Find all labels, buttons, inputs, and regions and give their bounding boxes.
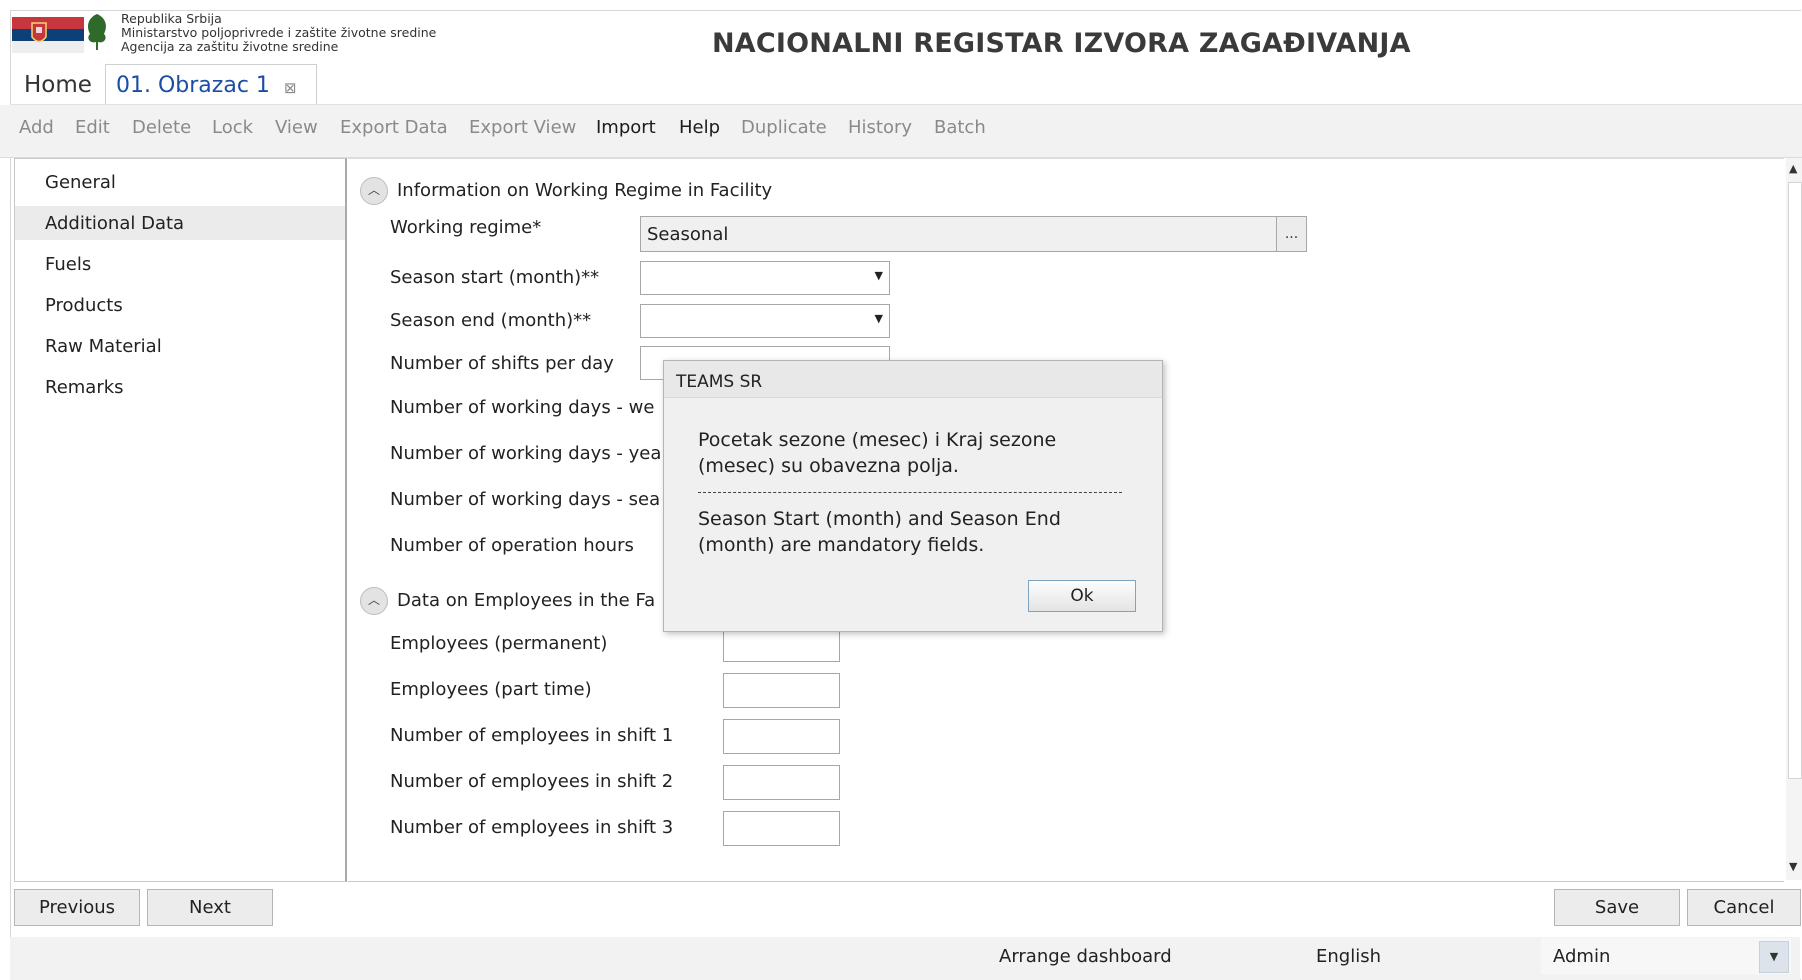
sidebar-item-label: General (45, 172, 116, 193)
working-days-week-label: Number of working days - we (390, 397, 655, 418)
status-bar (10, 937, 1800, 980)
tab-home[interactable]: Home (24, 72, 92, 98)
employees-shift-3-input[interactable] (723, 811, 840, 846)
previous-button[interactable]: Previous (14, 889, 140, 926)
agency-tree-logo (88, 14, 106, 50)
org-line-1: Republika Srbija (121, 11, 222, 26)
working-regime-value: Seasonal (647, 224, 729, 245)
sidebar-item-additional-data[interactable]: Additional Data (15, 206, 345, 240)
export-data-button[interactable]: Export Data (340, 117, 448, 138)
export-view-button[interactable]: Export View (469, 117, 576, 138)
sidebar-item-raw-material[interactable]: Raw Material (15, 329, 345, 363)
operation-hours-label: Number of operation hours (390, 535, 634, 556)
tab-obrazac-1[interactable]: 01. Obrazac 1 ⊠ (105, 64, 317, 105)
section-title-employees: Data on Employees in the Fa (397, 590, 656, 611)
org-line-3: Agencija za zaštitu životne sredine (121, 39, 339, 54)
collapse-section-icon[interactable]: ︿ (360, 587, 388, 615)
dialog-message-en-line-2: (month) are mandatory fields. (698, 534, 985, 556)
ok-button[interactable]: Ok (1028, 580, 1136, 612)
working-regime-label: Working regime* (390, 217, 542, 238)
dialog-message-sr-line-1: Pocetak sezone (mesec) i Kraj sezone (698, 429, 1057, 451)
dialog-message-en-line-1: Season Start (month) and Season End (698, 508, 1061, 530)
save-button[interactable]: Save (1554, 889, 1680, 926)
working-regime-field[interactable]: Seasonal (640, 216, 1277, 252)
season-end-select[interactable]: ▼ (640, 304, 890, 338)
employees-shift-3-label: Number of employees in shift 3 (390, 817, 674, 838)
employees-shift-2-label: Number of employees in shift 2 (390, 771, 674, 792)
employees-part-time-label: Employees (part time) (390, 679, 592, 700)
org-line-2: Ministarstvo poljoprivrede i zaštite živ… (121, 25, 437, 40)
language-selector[interactable]: English (1316, 946, 1381, 967)
next-button[interactable]: Next (147, 889, 273, 926)
season-end-label: Season end (month)** (390, 310, 592, 331)
tab-obrazac-1-label: 01. Obrazac 1 (116, 73, 270, 98)
help-button[interactable]: Help (679, 117, 720, 138)
working-days-season-label: Number of working days - sea (390, 489, 661, 510)
sidebar-item-products[interactable]: Products (15, 288, 345, 322)
sidebar-item-label: Raw Material (45, 336, 162, 357)
cancel-button[interactable]: Cancel (1687, 889, 1801, 926)
dialog-message-sr-line-2: (mesec) su obavezna polja. (698, 455, 959, 477)
app-title: NACIONALNI REGISTAR IZVORA ZAGAĐIVANJA (712, 28, 1411, 59)
dialog-separator (698, 492, 1122, 493)
lock-button[interactable]: Lock (212, 117, 253, 138)
sidebar-item-label: Additional Data (45, 213, 185, 234)
user-select[interactable]: Admin ▼ (1541, 938, 1791, 974)
sidebar-item-fuels[interactable]: Fuels (15, 247, 345, 281)
arrange-dashboard-link[interactable]: Arrange dashboard (999, 946, 1172, 967)
scroll-up-icon[interactable]: ▲ (1789, 162, 1797, 175)
employees-permanent-input[interactable] (723, 627, 840, 662)
validation-dialog: TEAMS SR Pocetak sezone (mesec) i Kraj s… (663, 360, 1163, 632)
sidebar-item-label: Remarks (45, 377, 124, 398)
sidebar-item-label: Products (45, 295, 123, 316)
season-start-select[interactable]: ▼ (640, 261, 890, 295)
chevron-down-icon[interactable]: ▼ (1759, 941, 1789, 973)
season-start-label: Season start (month)** (390, 267, 600, 288)
dropdown-caret-icon: ▼ (874, 312, 883, 325)
scrollbar-thumb[interactable] (1788, 182, 1802, 779)
sidebar-item-general[interactable]: General (15, 165, 345, 199)
sidebar-item-remarks[interactable]: Remarks (15, 370, 345, 404)
shifts-per-day-label: Number of shifts per day (390, 353, 614, 374)
sidebar-nav: General Additional Data Fuels Products R… (14, 158, 347, 882)
import-button[interactable]: Import (596, 117, 656, 138)
sidebar-item-label: Fuels (45, 254, 92, 275)
serbia-flag-logo (12, 17, 84, 53)
toolbar: Add Edit Delete Lock View Export Data Ex… (0, 105, 1802, 158)
employees-shift-1-label: Number of employees in shift 1 (390, 725, 674, 746)
scroll-down-icon[interactable]: ▼ (1789, 860, 1797, 873)
user-select-value: Admin (1553, 946, 1611, 967)
collapse-section-icon[interactable]: ︿ (360, 177, 388, 205)
employees-part-time-input[interactable] (723, 673, 840, 708)
employees-permanent-label: Employees (permanent) (390, 633, 608, 654)
employees-shift-2-input[interactable] (723, 765, 840, 800)
dropdown-caret-icon: ▼ (874, 269, 883, 282)
section-title-working-regime: Information on Working Regime in Facilit… (397, 180, 773, 201)
working-regime-picker-button[interactable]: ... (1276, 216, 1307, 252)
dialog-title: TEAMS SR (676, 372, 763, 392)
batch-button[interactable]: Batch (934, 117, 986, 138)
delete-button[interactable]: Delete (132, 117, 191, 138)
history-button[interactable]: History (848, 117, 912, 138)
view-button[interactable]: View (275, 117, 318, 138)
organization-lines: Republika Srbija Ministarstvo poljoprivr… (121, 12, 436, 54)
working-days-year-label: Number of working days - yea (390, 443, 662, 464)
add-button[interactable]: Add (19, 117, 54, 138)
employees-shift-1-input[interactable] (723, 719, 840, 754)
close-tab-icon[interactable]: ⊠ (284, 79, 297, 97)
edit-button[interactable]: Edit (75, 117, 110, 138)
duplicate-button[interactable]: Duplicate (741, 117, 827, 138)
